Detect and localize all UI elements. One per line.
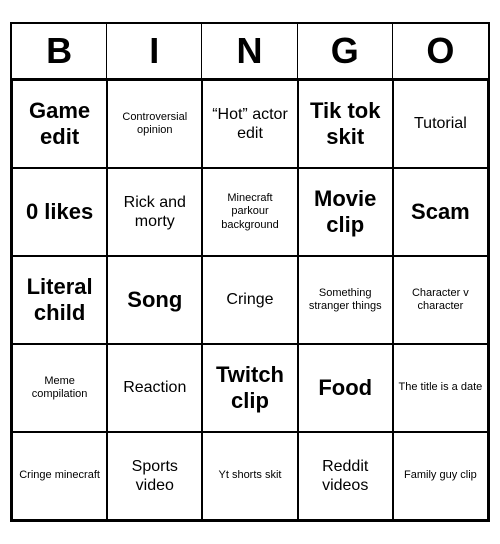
bingo-cell: Tutorial <box>393 80 488 168</box>
bingo-cell: Food <box>298 344 393 432</box>
bingo-cell: Yt shorts skit <box>202 432 297 520</box>
bingo-cell: Scam <box>393 168 488 256</box>
header-letter: N <box>202 24 297 78</box>
bingo-cell: Reaction <box>107 344 202 432</box>
bingo-cell: Twitch clip <box>202 344 297 432</box>
bingo-cell: Cringe minecraft <box>12 432 107 520</box>
bingo-cell: Sports video <box>107 432 202 520</box>
bingo-cell: 0 likes <box>12 168 107 256</box>
bingo-card: BINGO Game editControversial opinion“Hot… <box>10 22 490 522</box>
bingo-cell: Reddit videos <box>298 432 393 520</box>
header-letter: B <box>12 24 107 78</box>
bingo-cell: Literal child <box>12 256 107 344</box>
bingo-cell: Meme compilation <box>12 344 107 432</box>
bingo-cell: Something stranger things <box>298 256 393 344</box>
bingo-cell: Tik tok skit <box>298 80 393 168</box>
bingo-cell: Minecraft parkour background <box>202 168 297 256</box>
bingo-cell: Movie clip <box>298 168 393 256</box>
bingo-cell: Game edit <box>12 80 107 168</box>
bingo-cell: Song <box>107 256 202 344</box>
bingo-cell: Family guy clip <box>393 432 488 520</box>
bingo-cell: The title is a date <box>393 344 488 432</box>
bingo-cell: Controversial opinion <box>107 80 202 168</box>
bingo-cell: Cringe <box>202 256 297 344</box>
bingo-grid: Game editControversial opinion“Hot” acto… <box>12 80 488 520</box>
header-letter: O <box>393 24 488 78</box>
header-letter: I <box>107 24 202 78</box>
bingo-cell: “Hot” actor edit <box>202 80 297 168</box>
bingo-cell: Character v character <box>393 256 488 344</box>
bingo-cell: Rick and morty <box>107 168 202 256</box>
bingo-header: BINGO <box>12 24 488 80</box>
header-letter: G <box>298 24 393 78</box>
